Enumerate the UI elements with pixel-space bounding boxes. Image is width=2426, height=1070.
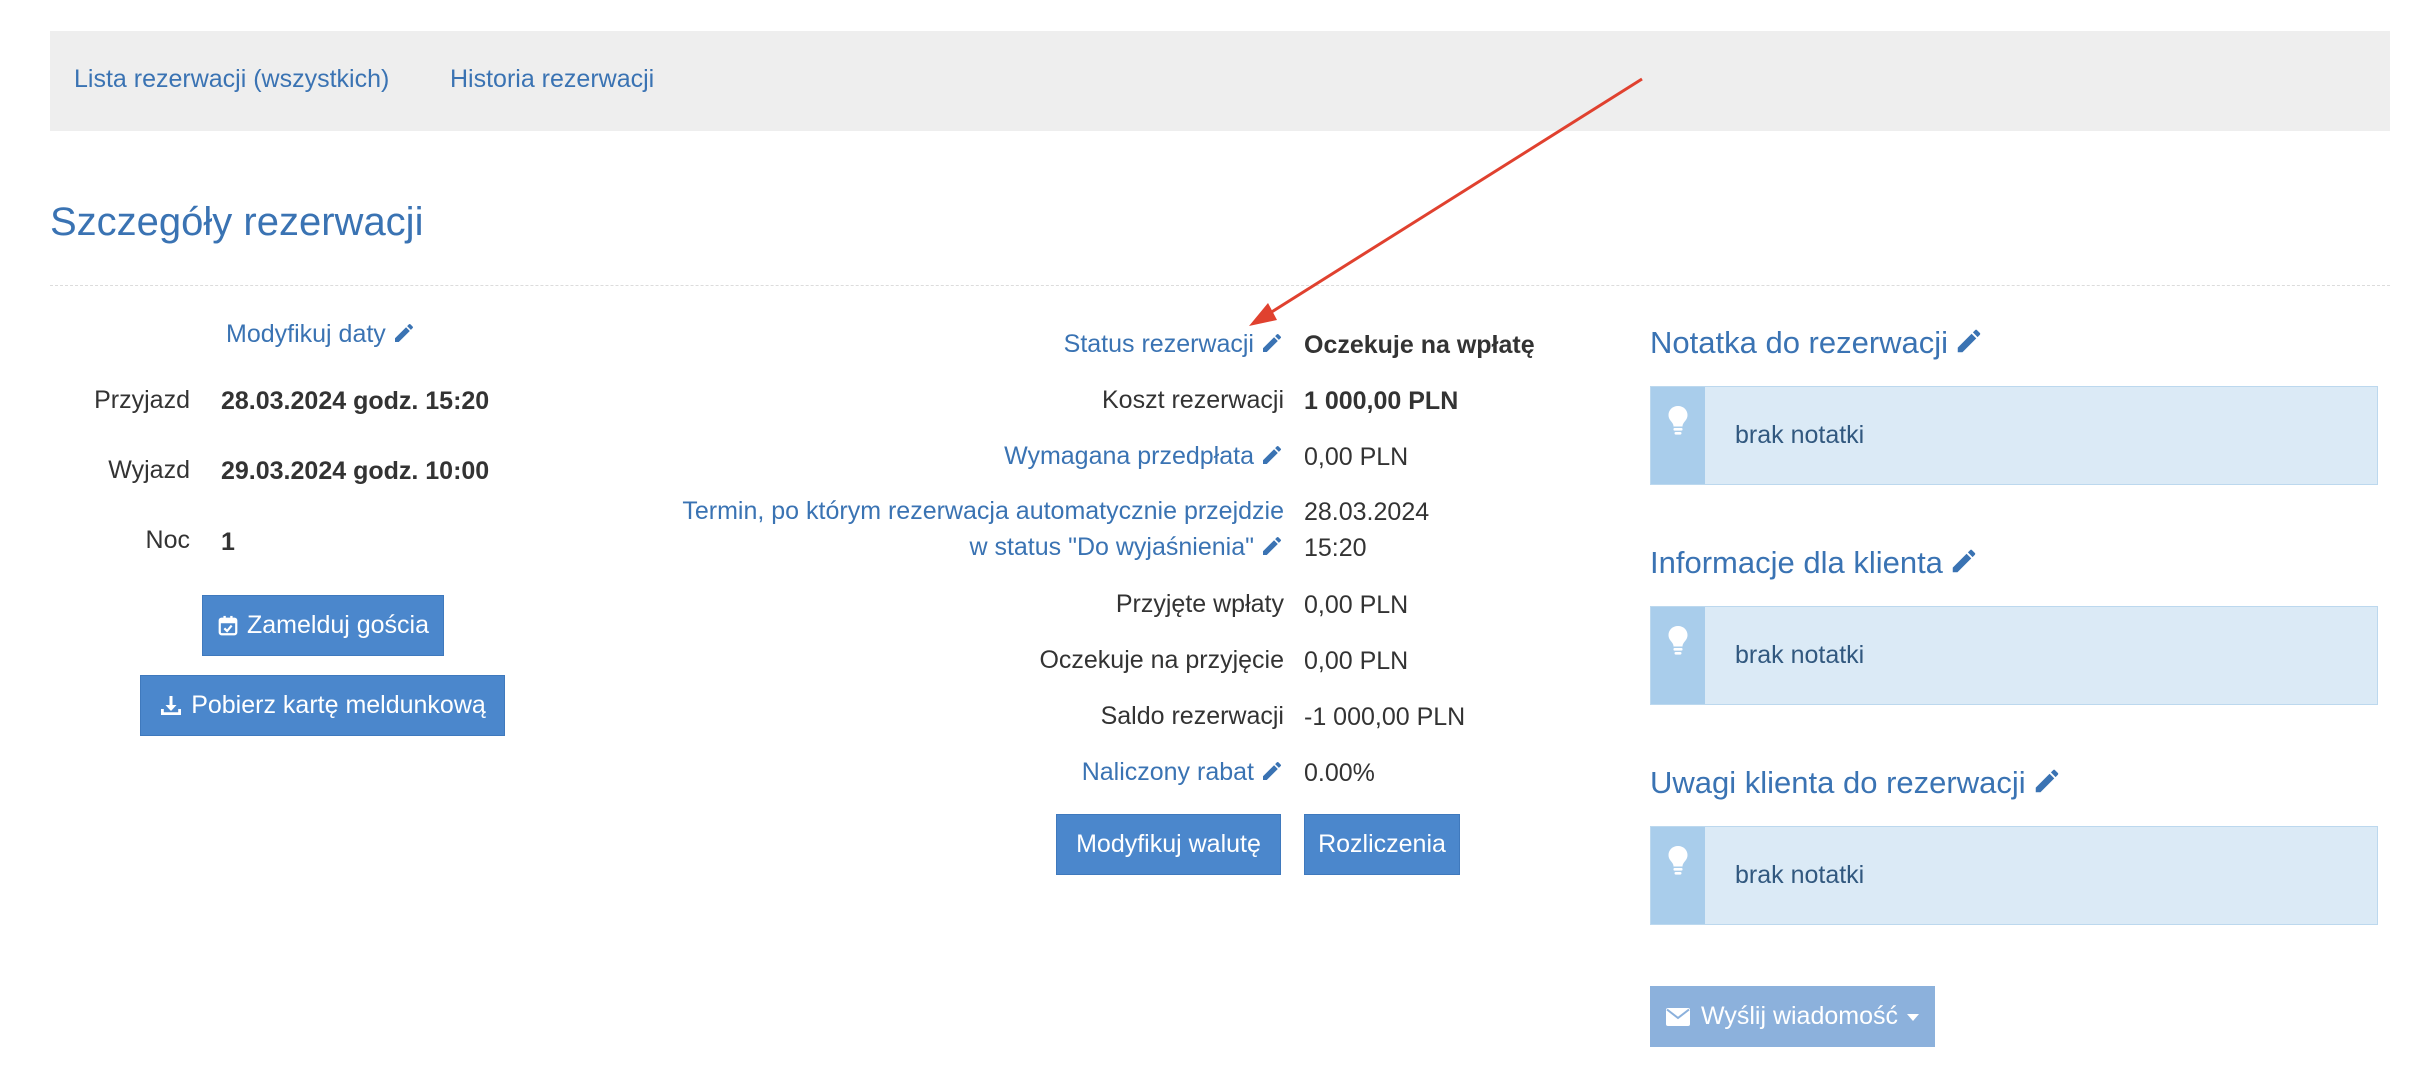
pencil-icon bbox=[1263, 445, 1282, 464]
client-remarks-title: Uwagi klienta do rezerwacji bbox=[1650, 765, 2026, 800]
received-value: 0,00 PLN bbox=[1304, 591, 1409, 619]
pencil-icon bbox=[2035, 769, 2058, 793]
download-checkin-card-button[interactable]: Pobierz kartę meldunkową bbox=[140, 675, 505, 736]
pending-value: 0,00 PLN bbox=[1304, 647, 1409, 675]
deadline-time: 15:20 bbox=[1304, 534, 1367, 562]
send-message-label: Wyślij wiadomość bbox=[1700, 1002, 1899, 1030]
deadline-label-link[interactable]: Termin, po którym rezerwacja automatyczn… bbox=[560, 497, 1284, 526]
client-remarks-box: brak notatki bbox=[1650, 826, 2378, 925]
discount-label: Naliczony rabat bbox=[1081, 758, 1254, 786]
prepayment-value: 0,00 PLN bbox=[1304, 443, 1409, 471]
received-label: Przyjęte wpłaty bbox=[1115, 590, 1284, 618]
client-info-title: Informacje dla klienta bbox=[1650, 545, 1943, 580]
annotation-arrow-head bbox=[1249, 303, 1277, 326]
deadline-label-line1: Termin, po którym rezerwacja automatyczn… bbox=[682, 497, 1284, 525]
lightbulb-icon bbox=[1668, 626, 1688, 655]
calendar-check-icon bbox=[218, 615, 238, 635]
top-nav: Lista rezerwacji (wszystkich) Historia r… bbox=[50, 31, 2390, 131]
arrival-label: Przyjazd bbox=[94, 386, 190, 414]
pending-label: Oczekuje na przyjęcie bbox=[1039, 646, 1284, 674]
pencil-icon bbox=[1263, 761, 1282, 780]
reservation-note-box: brak notatki bbox=[1650, 386, 2378, 485]
prepayment-label-link[interactable]: Wymagana przedpłata bbox=[560, 442, 1284, 471]
checkin-guest-label: Zamelduj gościa bbox=[246, 611, 430, 639]
caret-down-icon bbox=[1907, 1013, 1920, 1021]
pencil-icon bbox=[1952, 549, 1976, 573]
prepayment-label: Wymagana przedpłata bbox=[1004, 442, 1254, 470]
status-label: Status rezerwacji bbox=[1063, 330, 1254, 358]
cost-label: Koszt rezerwacji bbox=[1102, 386, 1284, 414]
status-value: Oczekuje na wpłatę bbox=[1304, 331, 1535, 359]
lightbulb-icon bbox=[1668, 846, 1688, 875]
discount-value: 0.00% bbox=[1304, 759, 1375, 787]
nav-link-reservation-history[interactable]: Historia rezerwacji bbox=[450, 65, 654, 94]
client-remarks-title-link[interactable]: Uwagi klienta do rezerwacji bbox=[1650, 765, 2062, 801]
modify-dates-label: Modyfikuj daty bbox=[226, 320, 386, 348]
reservation-note-title: Notatka do rezerwacji bbox=[1650, 325, 1949, 360]
cost-value: 1 000,00 PLN bbox=[1304, 387, 1459, 415]
pencil-icon bbox=[1957, 329, 1981, 353]
departure-value: 29.03.2024 godz. 10:00 bbox=[221, 457, 490, 485]
client-info-text: brak notatki bbox=[1735, 641, 1865, 669]
modify-dates-link[interactable]: Modyfikuj daty bbox=[226, 320, 416, 349]
download-icon bbox=[161, 695, 182, 715]
divider bbox=[50, 285, 2390, 286]
client-info-title-link[interactable]: Informacje dla klienta bbox=[1650, 545, 1979, 581]
pencil-icon bbox=[1263, 536, 1282, 555]
checkin-guest-button[interactable]: Zamelduj gościa bbox=[202, 595, 444, 656]
arrival-value: 28.03.2024 godz. 15:20 bbox=[221, 387, 490, 415]
pencil-icon bbox=[1263, 333, 1282, 352]
deadline-date: 28.03.2024 bbox=[1304, 498, 1430, 526]
send-message-button[interactable]: Wyślij wiadomość bbox=[1650, 986, 1935, 1047]
nav-link-all-reservations[interactable]: Lista rezerwacji (wszystkich) bbox=[74, 65, 389, 94]
departure-label: Wyjazd bbox=[108, 456, 190, 484]
reservation-note-title-link[interactable]: Notatka do rezerwacji bbox=[1650, 325, 1984, 361]
status-label-link[interactable]: Status rezerwacji bbox=[560, 330, 1284, 359]
pencil-icon bbox=[394, 323, 413, 342]
nights-value: 1 bbox=[221, 528, 235, 556]
reservation-note-text: brak notatki bbox=[1735, 421, 1865, 449]
deadline-label-line2: w status "Do wyjaśnienia" bbox=[969, 533, 1254, 561]
nights-label: Noc bbox=[145, 526, 190, 554]
page-title: Szczegóły rezerwacji bbox=[50, 200, 424, 244]
balance-value: -1 000,00 PLN bbox=[1304, 703, 1466, 731]
client-info-box: brak notatki bbox=[1650, 606, 2378, 705]
deadline-label-line2-link[interactable]: w status "Do wyjaśnienia" bbox=[560, 533, 1284, 562]
download-checkin-card-label: Pobierz kartę meldunkową bbox=[191, 691, 486, 719]
balance-label: Saldo rezerwacji bbox=[1100, 702, 1284, 730]
lightbulb-icon bbox=[1668, 406, 1688, 435]
envelope-icon bbox=[1665, 1007, 1690, 1026]
discount-label-link[interactable]: Naliczony rabat bbox=[560, 758, 1284, 787]
modify-currency-button[interactable]: Modyfikuj walutę bbox=[1056, 814, 1281, 875]
settlements-button[interactable]: Rozliczenia bbox=[1304, 814, 1460, 875]
client-remarks-text: brak notatki bbox=[1735, 861, 1865, 889]
